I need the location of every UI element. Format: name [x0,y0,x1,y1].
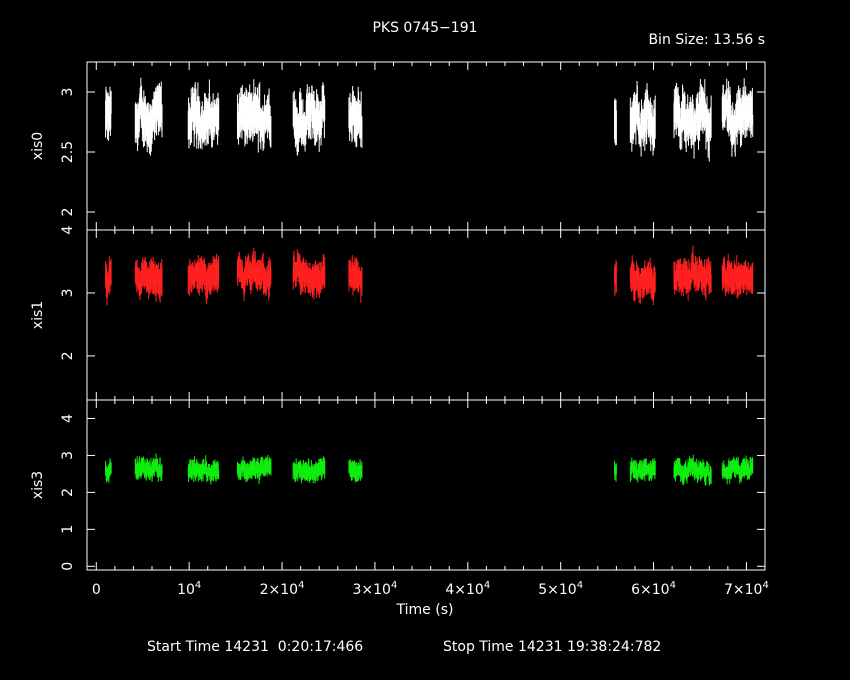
panel-xis0: 2 2.5 3 xis0 [30,61,766,231]
y-tick-label: 4 [60,225,76,234]
y-tick-label: 3 [60,289,76,298]
x-tick-label: 0 [92,582,101,598]
panels-group: 2 2.5 3 xis0 2 3 4 xis1 0 1 2 3 4 xis3 [30,61,766,571]
y-axis-label: xis3 [30,471,46,499]
data-points [105,77,754,162]
x-tick-label: 2×104 [260,580,305,598]
x-tick-label: 3×104 [353,580,398,598]
y-tick-label: 2 [60,208,76,217]
data-points [105,245,754,306]
data-points [105,453,754,486]
y-axis-label: xis0 [30,132,46,160]
start-time-label: Start Time 14231 0:20:17:466 [147,639,363,655]
y-tick-label: 3 [60,88,76,97]
y-tick-label: 3 [60,451,76,460]
panel-frame [86,229,766,401]
panel-xis1: 2 3 4 xis1 [30,225,766,401]
y-tick-label: 0 [60,562,76,571]
x-tick-label: 5×104 [538,580,583,598]
panel-frame [86,399,766,571]
y-tick-label: 1 [60,525,76,534]
x-axis-label: Time (s) [396,602,454,618]
light-curve-chart: PKS 0745−191 Bin Size: 13.56 s 2 2.5 3 xis0… [30,20,769,655]
y-tick-label: 2.5 [60,141,76,163]
bin-size-label: Bin Size: 13.56 s [648,32,765,48]
chart-title: PKS 0745−191 [372,20,477,36]
x-tick-label: 104 [177,580,201,598]
panel-xis3: 0 1 2 3 4 xis3 [30,399,766,571]
y-tick-label: 2 [60,488,76,497]
x-axis: 0 104 2×104 3×104 4×104 5×104 6×104 7×104 [92,580,769,598]
x-tick-label: 4×104 [445,580,490,598]
x-tick-label: 6×104 [631,580,676,598]
y-tick-label: 4 [60,414,76,423]
x-tick-label: 7×104 [724,580,769,598]
stop-time-label: Stop Time 14231 19:38:24:782 [443,639,661,655]
y-axis-label: xis1 [30,301,46,329]
y-tick-label: 2 [60,351,76,360]
